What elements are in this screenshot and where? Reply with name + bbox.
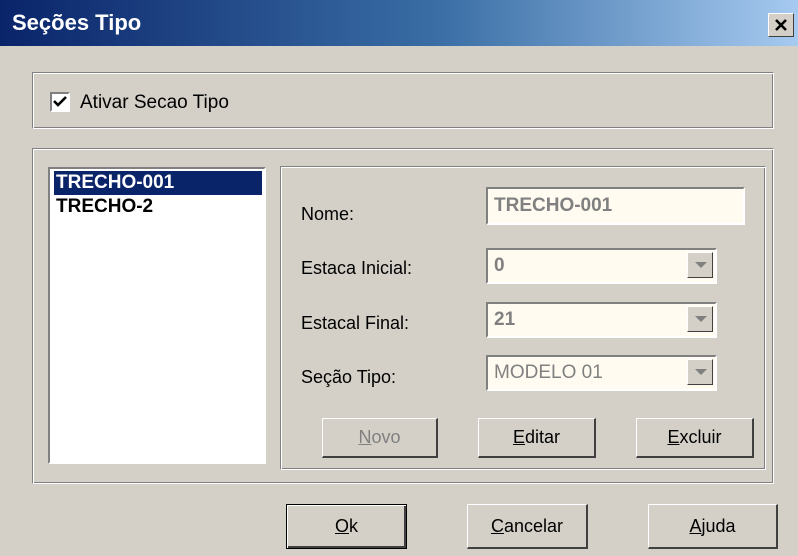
- nome-field[interactable]: TRECHO-001: [486, 187, 745, 225]
- checkmark-icon: [53, 96, 67, 107]
- close-button[interactable]: [768, 13, 794, 37]
- estaca-final-dropdown[interactable]: 21: [486, 302, 717, 338]
- nome-value: TRECHO-001: [494, 195, 613, 216]
- activate-checkbox-label: Ativar Secao Tipo: [80, 92, 229, 113]
- estaca-final-value: 21: [494, 309, 516, 330]
- list-item-trecho-001[interactable]: TRECHO-001: [54, 171, 262, 195]
- estaca-inicial-dropdown-button[interactable]: [687, 252, 713, 278]
- estaca-final-label: Estacal Final:: [301, 313, 410, 333]
- chevron-down-icon: [695, 262, 707, 268]
- dialog-window: Seções Tipo Ativar Secao Tipo TRECHO-001…: [0, 0, 798, 556]
- ajuda-button[interactable]: Ajuda: [648, 504, 778, 549]
- editar-button[interactable]: Editar: [478, 418, 596, 458]
- secao-tipo-value: MODELO 01: [494, 362, 603, 383]
- cancelar-button-label: Cancelar: [490, 516, 564, 536]
- nome-label: Nome:: [301, 204, 355, 224]
- activate-checkbox[interactable]: [50, 92, 70, 112]
- chevron-down-icon: [695, 316, 707, 322]
- ok-button-label: Ok: [334, 516, 358, 536]
- trecho-listbox[interactable]: TRECHO-001 TRECHO-2: [48, 167, 266, 464]
- window-title: Seções Tipo: [12, 10, 142, 35]
- secao-tipo-label: Seção Tipo:: [301, 367, 397, 387]
- close-icon: [769, 14, 793, 36]
- cancelar-button[interactable]: Cancelar: [467, 504, 588, 549]
- novo-button-label: Novo: [358, 427, 401, 447]
- ajuda-button-label: Ajuda: [689, 516, 736, 536]
- secao-tipo-dropdown[interactable]: MODELO 01: [486, 355, 717, 391]
- secao-tipo-dropdown-button[interactable]: [687, 359, 713, 385]
- ok-button[interactable]: Ok: [286, 504, 407, 549]
- estaca-inicial-dropdown[interactable]: 0: [486, 248, 717, 284]
- chevron-down-icon: [695, 369, 707, 375]
- estaca-inicial-value: 0: [494, 255, 505, 276]
- list-item-trecho-2[interactable]: TRECHO-2: [54, 195, 262, 219]
- excluir-button-label: Excluir: [667, 427, 722, 447]
- excluir-button[interactable]: Excluir: [636, 418, 754, 458]
- estaca-final-dropdown-button[interactable]: [687, 306, 713, 332]
- title-bar[interactable]: Seções Tipo: [0, 0, 798, 46]
- editar-button-label: Editar: [512, 427, 561, 447]
- novo-button[interactable]: Novo: [322, 418, 438, 458]
- estaca-inicial-label: Estaca Inicial:: [301, 258, 413, 278]
